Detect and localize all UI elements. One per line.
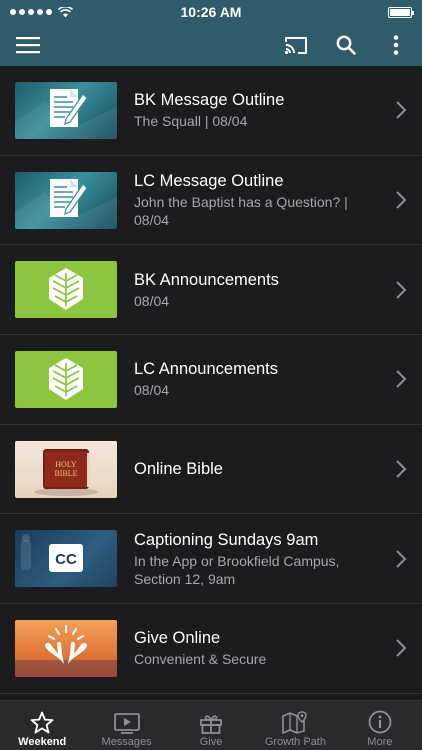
gift-icon (200, 715, 222, 734)
church-logo-icon (15, 350, 117, 408)
search-icon (336, 35, 356, 55)
chevron-right-icon (396, 550, 407, 568)
item-title: BK Announcements (134, 270, 279, 289)
tab-more[interactable]: More (338, 701, 422, 750)
list-item[interactable]: BK Message Outline The Squall | 08/04 (0, 66, 422, 156)
tab-weekend[interactable]: Weekend (0, 701, 84, 750)
more-options-button[interactable] (376, 25, 416, 65)
item-title: Online Bible (134, 460, 223, 479)
cc-icon: CC (15, 530, 117, 588)
list-item[interactable]: Give Online Convenient & Secure (0, 604, 422, 694)
chevron-right-icon (396, 639, 407, 658)
chevron-right-icon (396, 191, 407, 209)
tab-messages[interactable]: Messages (84, 701, 168, 750)
item-title: LC Message Outline (134, 172, 284, 191)
item-title: Give Online (134, 629, 221, 648)
menu-button[interactable] (8, 25, 48, 65)
video-icon (113, 713, 140, 734)
bible-cover-text: HOLY BIBLE (54, 460, 77, 478)
item-subtitle: 08/04 (134, 382, 170, 399)
menu-icon (16, 37, 40, 54)
item-subtitle: 08/04 (134, 292, 170, 309)
list-item[interactable]: LC Announcements 08/04 (0, 335, 422, 425)
tab-label: More (367, 736, 393, 748)
list-item[interactable]: LC Message Outline John the Baptist has … (0, 156, 422, 246)
chevron-right-icon (396, 101, 407, 120)
item-subtitle: John the Baptist has a Question? | 08/04 (134, 194, 348, 229)
tab-give[interactable]: Give (169, 701, 253, 750)
signal-wifi-group (10, 6, 73, 18)
wifi-icon (58, 6, 73, 17)
map-pin-icon (282, 711, 308, 734)
search-button[interactable] (326, 25, 366, 65)
cast-icon (285, 36, 307, 54)
chevron-right-icon (396, 281, 407, 299)
tab-label: Give (199, 736, 223, 748)
tab-label: Growth Path (264, 736, 326, 748)
item-subtitle: Convenient & Secure (134, 651, 267, 668)
item-subtitle: In the App or Brookfield Campus, Section… (134, 552, 340, 587)
item-title: LC Announcements (134, 360, 279, 379)
signal-strength-icon (10, 9, 52, 15)
giving-hands-icon (15, 619, 117, 677)
list-item[interactable]: CC Captioning Sundays 9am In the App or … (0, 514, 422, 605)
chevron-right-icon (396, 370, 407, 389)
item-subtitle: The Squall | 08/04 (134, 113, 248, 130)
battery-icon (388, 6, 414, 18)
star-icon (30, 711, 54, 734)
more-vertical-icon (393, 35, 399, 55)
tab-label: Weekend (18, 736, 67, 748)
app-bar (0, 24, 422, 66)
item-title: Captioning Sundays 9am (134, 530, 319, 549)
document-icon (15, 81, 117, 139)
bible-icon: HOLY BIBLE (15, 440, 117, 498)
item-title: BK Message Outline (134, 91, 285, 110)
chevron-right-icon (396, 460, 407, 478)
cc-text: CC (55, 551, 77, 568)
info-icon (368, 710, 392, 734)
tab-bar: Weekend Messages Give Growth Path More (0, 700, 422, 750)
church-logo-icon (15, 261, 117, 319)
document-icon (15, 171, 117, 229)
tab-label: Messages (101, 736, 152, 748)
list-item[interactable]: BK Announcements 08/04 (0, 245, 422, 336)
cast-button[interactable] (276, 25, 316, 65)
tab-growth-path[interactable]: Growth Path (253, 701, 337, 750)
content-list: BK Message Outline The Squall | 08/04 LC… (0, 66, 422, 700)
list-item[interactable]: HOLY BIBLE Online Bible (0, 425, 422, 515)
status-bar: 10:26 AM (0, 0, 422, 24)
